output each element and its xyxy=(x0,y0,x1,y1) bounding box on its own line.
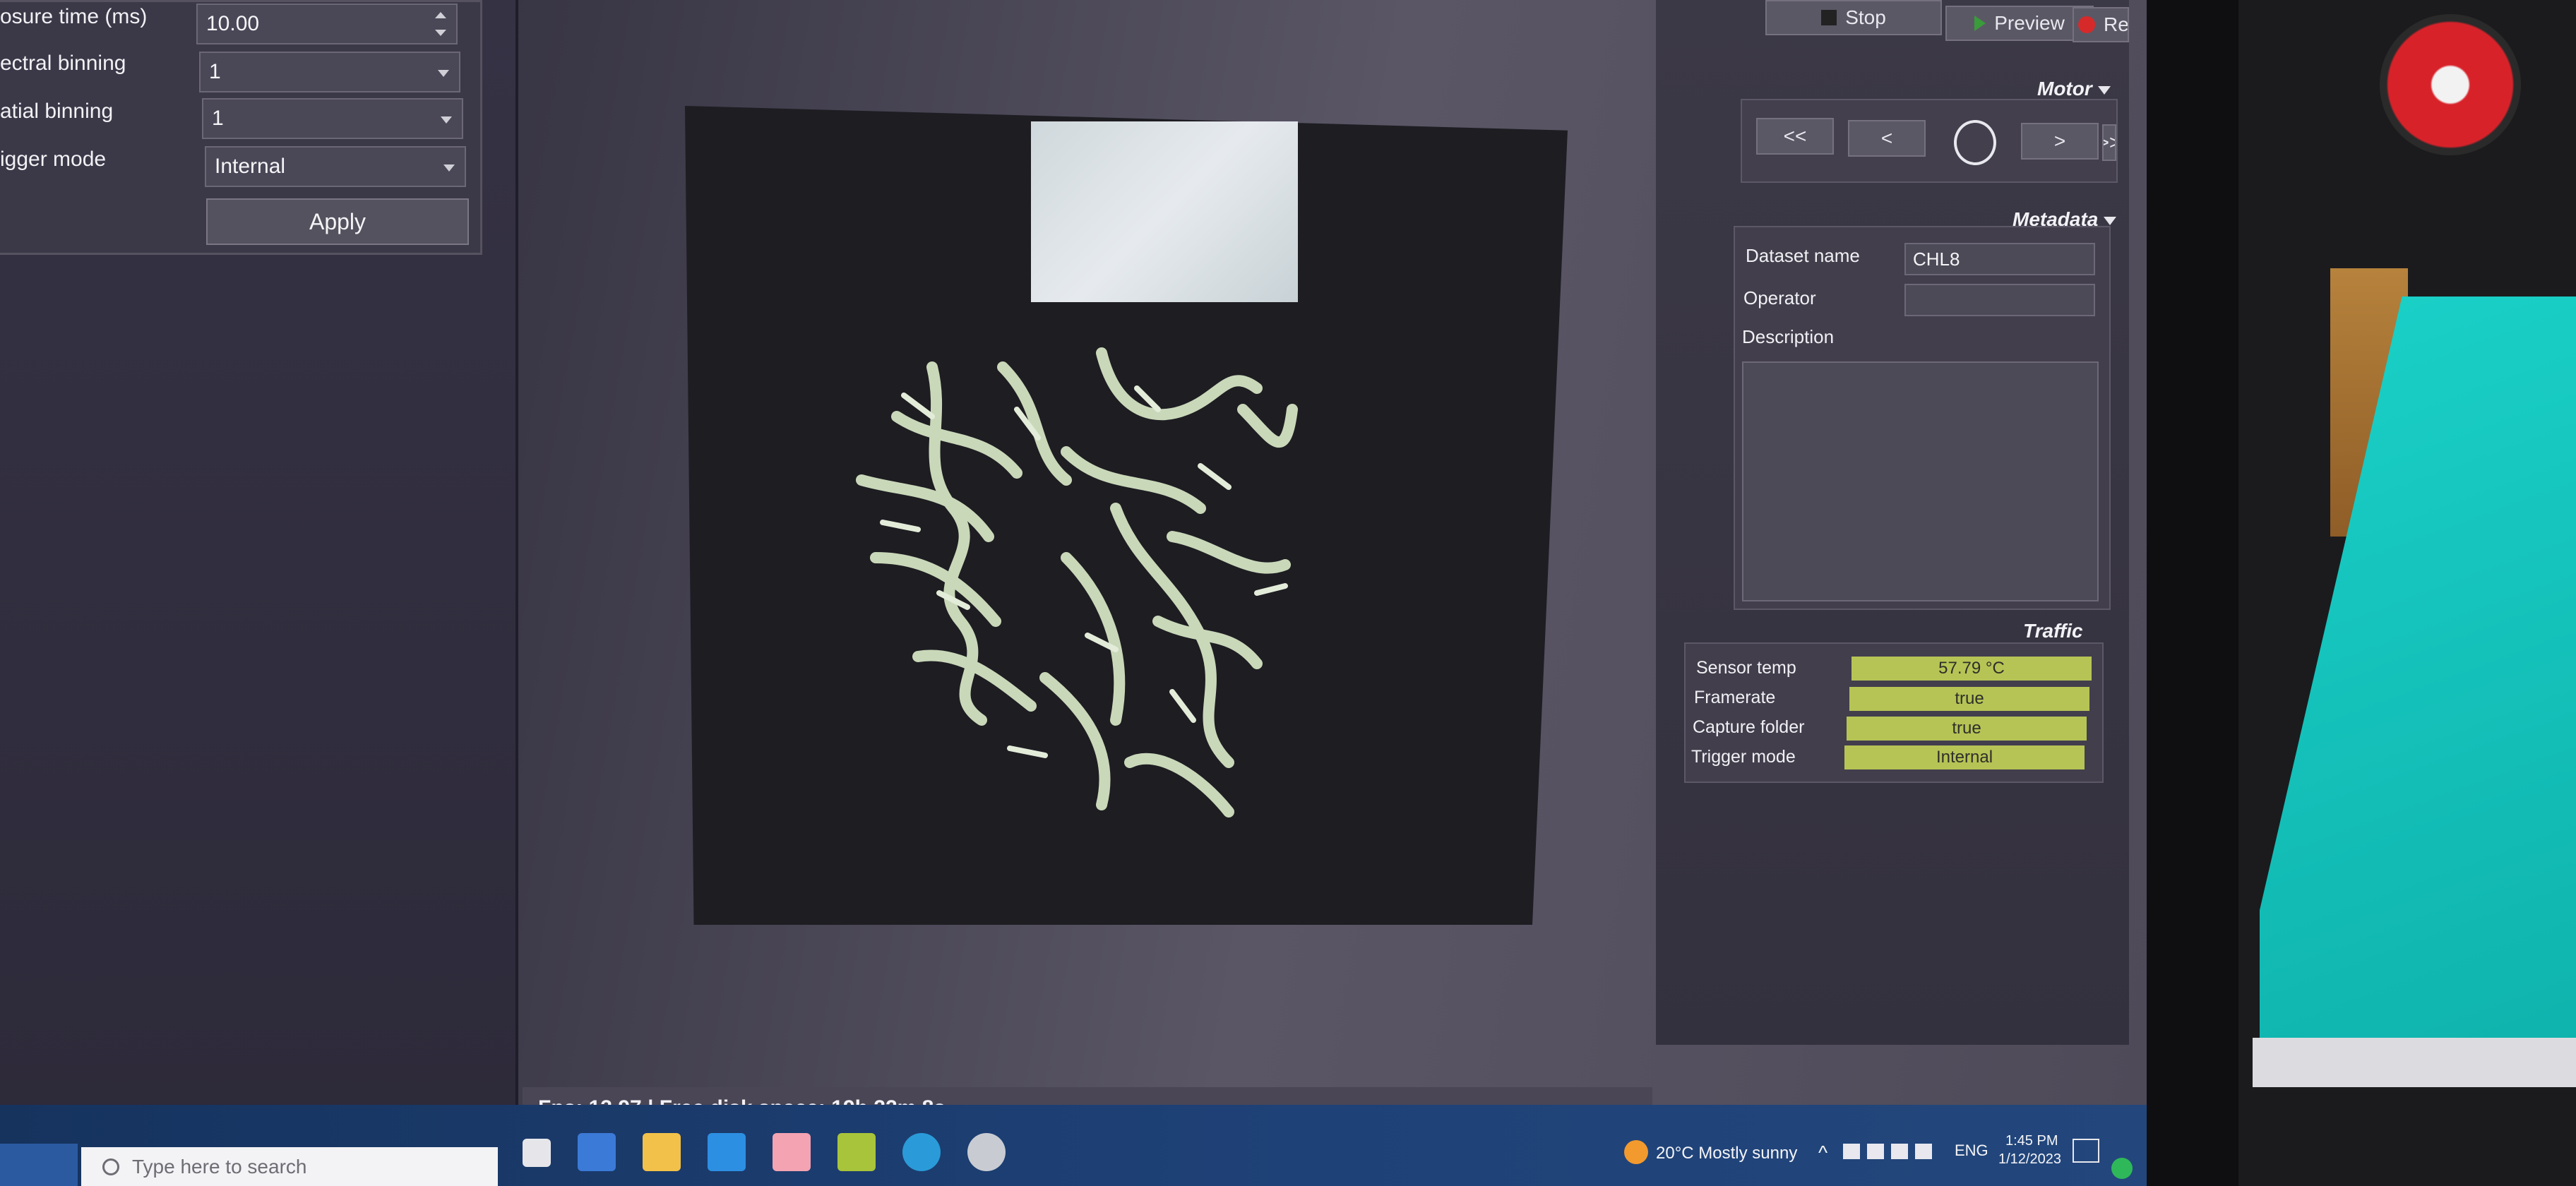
start-button[interactable] xyxy=(0,1144,78,1186)
trigger-mode-status-label: Trigger mode xyxy=(1691,747,1796,767)
spatial-binning-value: 1 xyxy=(212,107,224,130)
chevron-up-icon[interactable]: ^ xyxy=(1818,1142,1827,1164)
search-icon xyxy=(102,1158,119,1175)
record-icon xyxy=(2078,16,2095,33)
stop-button[interactable]: Stop xyxy=(1765,0,1942,35)
background-reel xyxy=(2380,14,2521,155)
chevron-down-icon xyxy=(443,164,455,172)
capture-folder-indicator: true xyxy=(1847,717,2087,741)
motor-controls: << < > >> xyxy=(1741,99,2118,183)
trigger-mode-select[interactable]: Internal xyxy=(205,146,466,187)
tray-icons xyxy=(1843,1144,1949,1161)
weather-icon[interactable] xyxy=(1624,1140,1648,1164)
play-icon xyxy=(1974,16,1986,31)
search-placeholder: Type here to search xyxy=(132,1155,307,1178)
spin-up-icon[interactable] xyxy=(435,12,446,18)
exposure-value: 10.00 xyxy=(206,12,260,35)
mail-icon[interactable] xyxy=(708,1133,746,1171)
chevron-down-icon xyxy=(441,116,452,124)
second-monitor-taskbar xyxy=(2253,1038,2576,1087)
motor-back-button[interactable]: < xyxy=(1848,120,1926,157)
exposure-label: osure time (ms) xyxy=(0,5,148,28)
search-box[interactable]: Type here to search xyxy=(81,1147,498,1186)
metadata-box: Dataset name CHL8 Operator Description xyxy=(1734,226,2111,610)
spectral-binning-value: 1 xyxy=(209,60,221,83)
dataset-name-label: Dataset name xyxy=(1746,245,1860,266)
settings-box: osure time (ms) 10.00 ectral binning 1 a… xyxy=(0,0,482,255)
operator-input[interactable] xyxy=(1904,284,2095,316)
exposure-input[interactable]: 10.00 xyxy=(196,4,458,44)
record-button[interactable]: Record xyxy=(2073,7,2129,42)
task-view-icon[interactable] xyxy=(523,1139,551,1167)
motor-fast-back-button[interactable]: << xyxy=(1756,118,1834,155)
motor-forward-button[interactable]: > xyxy=(2021,123,2099,160)
motor-section-title[interactable]: Motor xyxy=(2037,78,2111,100)
acquisition-panel: Stop Preview Record Motor << < > >> Meta… xyxy=(1656,0,2129,1045)
description-textarea[interactable] xyxy=(1742,361,2099,601)
store-icon[interactable] xyxy=(578,1133,616,1171)
framerate-indicator: true xyxy=(1849,687,2089,711)
collapse-triangle-icon xyxy=(2104,216,2117,225)
preview-button[interactable]: Preview xyxy=(1945,6,2094,41)
collapse-triangle-icon xyxy=(2097,85,2111,95)
weather-text[interactable]: 20°C Mostly sunny xyxy=(1656,1144,1797,1163)
settings-gear-icon[interactable] xyxy=(967,1133,1006,1171)
clock-date[interactable]: 1/12/2023 xyxy=(1998,1151,2061,1168)
record-label: Record xyxy=(2104,13,2129,35)
battery-icon[interactable] xyxy=(1843,1144,1860,1159)
power-icon xyxy=(2111,1158,2133,1179)
volume-icon[interactable] xyxy=(1891,1144,1908,1159)
traffic-lights-box: Sensor temp 57.79 °C Framerate true Capt… xyxy=(1684,642,2104,783)
spectral-binning-label: ectral binning xyxy=(0,52,126,75)
spectral-binning-select[interactable]: 1 xyxy=(199,52,460,92)
trigger-mode-label: igger mode xyxy=(0,148,107,171)
monitor-bezel xyxy=(2147,0,2238,1186)
dataset-name-input[interactable]: CHL8 xyxy=(1904,243,2095,275)
notification-icon[interactable] xyxy=(2073,1139,2099,1163)
monitor-screen: osure time (ms) 10.00 ectral binning 1 a… xyxy=(0,0,2147,1186)
operator-label: Operator xyxy=(1743,287,1816,309)
trigger-mode-value: Internal xyxy=(215,155,286,178)
lichen-sample xyxy=(856,347,1298,817)
spatial-binning-label: atial binning xyxy=(0,100,114,123)
apply-button[interactable]: Apply xyxy=(206,198,469,245)
taskbar-apps xyxy=(523,1133,1006,1171)
pen-icon[interactable] xyxy=(1915,1144,1932,1159)
spin-down-icon[interactable] xyxy=(435,30,446,36)
trigger-mode-indicator: Internal xyxy=(1844,745,2085,769)
sensor-temp-indicator: 57.79 °C xyxy=(1852,657,2092,681)
language-indicator[interactable]: ENG xyxy=(1955,1142,1988,1160)
motor-title: Motor xyxy=(2037,78,2092,100)
white-reference-tile xyxy=(1031,121,1298,302)
stop-label: Stop xyxy=(1845,6,1886,28)
network-icon[interactable] xyxy=(1867,1144,1884,1159)
spatial-binning-select[interactable]: 1 xyxy=(202,98,463,139)
clock-time[interactable]: 1:45 PM xyxy=(2005,1133,2058,1149)
chevron-down-icon xyxy=(438,70,449,77)
motor-position-icon xyxy=(1954,120,1996,165)
app-icon[interactable] xyxy=(773,1133,811,1171)
lumo-scanner-icon[interactable] xyxy=(837,1133,876,1171)
framerate-label: Framerate xyxy=(1694,688,1776,707)
sensor-temp-label: Sensor temp xyxy=(1696,658,1796,678)
preview-label: Preview xyxy=(1994,12,2065,34)
description-label: Description xyxy=(1742,326,1835,347)
stop-icon xyxy=(1821,10,1837,25)
capture-folder-label: Capture folder xyxy=(1693,717,1805,737)
edge-browser-icon[interactable] xyxy=(902,1133,941,1171)
file-explorer-icon[interactable] xyxy=(643,1133,681,1171)
motor-fast-forward-button[interactable]: >> xyxy=(2102,124,2116,161)
